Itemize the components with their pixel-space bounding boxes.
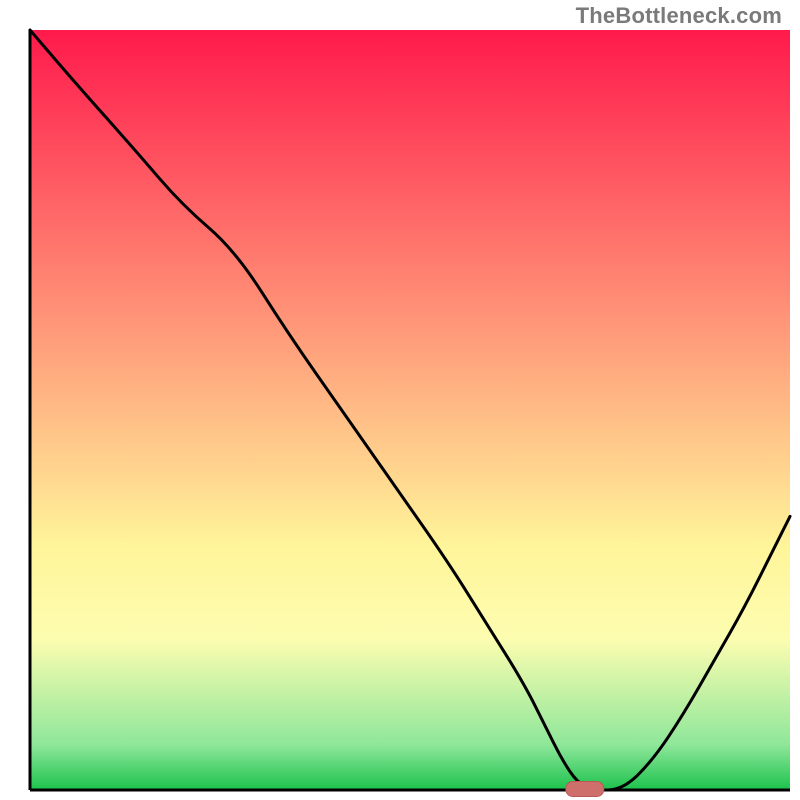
optimal-range-marker: [566, 782, 604, 797]
chart-frame: TheBottleneck.com: [0, 0, 800, 800]
bottleneck-chart: [0, 0, 800, 800]
plot-background: [30, 30, 790, 790]
watermark-text: TheBottleneck.com: [576, 3, 782, 29]
